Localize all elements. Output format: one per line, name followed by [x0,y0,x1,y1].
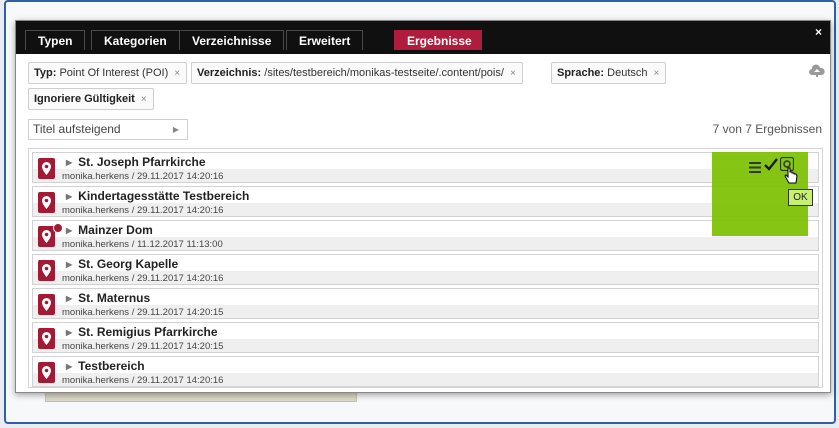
filter-chip-ignore-validity: Ignoriere Gültigkeit × [28,88,154,110]
map-pin-icon [38,294,55,315]
expand-arrow-icon[interactable]: ▶ [66,294,72,303]
close-icon[interactable]: × [815,25,822,39]
ok-button[interactable]: OK [788,189,813,206]
sort-select[interactable]: Titel aufsteigend ▶ [28,119,188,140]
remove-filter-icon[interactable]: × [141,94,147,105]
status-dot-icon [53,223,63,233]
expand-arrow-icon[interactable]: ▶ [66,260,72,269]
result-title[interactable]: ▶ Testbereich [66,359,145,373]
filter-chip-type: Typ: Point Of Interest (POI) × [28,62,188,84]
map-pin-icon [38,362,55,383]
filter-key: Ignoriere Gültigkeit [34,93,135,105]
filter-key: Verzeichnis: [197,67,262,79]
result-title[interactable]: ▶ St. Maternus [66,291,150,305]
filter-chip-folder: Verzeichnis: /sites/testbereich/monikas-… [191,62,523,84]
cloud-upload-icon[interactable] [809,64,825,83]
result-row[interactable]: ▶ St. Maternus monika.herkens / 29.11.201… [32,288,819,319]
result-list: ▶ St. Joseph Pfarrkirche monika.herkens /… [28,148,823,388]
filter-chip-language: Sprache: Deutsch × [551,62,667,84]
map-pin-icon [38,192,55,213]
result-row[interactable]: ▶ Testbereich monika.herkens / 29.11.2017… [32,356,819,387]
result-meta: monika.herkens / 29.11.2017 14:20:16 [62,375,224,386]
result-meta: monika.herkens / 29.11.2017 14:20:15 [62,341,224,352]
map-pin-icon [38,223,63,247]
result-row[interactable]: ▶ St. Joseph Pfarrkirche monika.herkens /… [32,152,819,183]
remove-filter-icon[interactable]: × [174,68,180,79]
filter-key: Sprache: [557,67,605,79]
map-pin-icon [38,328,55,349]
tab-kategorien[interactable]: Kategorien [91,30,180,50]
tab-verzeichnisse[interactable]: Verzeichnisse [179,30,285,50]
result-meta: monika.herkens / 29.11.2017 14:20:15 [62,307,224,318]
result-row[interactable]: ▶ Mainzer Dom monika.herkens / 11.12.2017… [32,220,819,251]
tab-ergebnisse[interactable]: Ergebnisse [394,30,482,50]
result-meta: monika.herkens / 29.11.2017 14:20:16 [62,273,224,284]
filter-value: Deutsch [604,67,648,79]
remove-filter-icon[interactable]: × [654,68,660,79]
expand-arrow-icon[interactable]: ▶ [66,362,72,371]
filter-value: /sites/testbereich/monikas-testseite/.co… [261,67,504,79]
dialog-tab-bar: Typen Kategorien Verzeichnisse Erweitert… [16,21,830,54]
tab-typen[interactable]: Typen [25,30,86,50]
expand-arrow-icon[interactable]: ▶ [66,158,72,167]
menu-icon[interactable] [749,160,761,178]
result-title[interactable]: ▶ St. Georg Kapelle [66,257,178,271]
result-title[interactable]: ▶ St. Joseph Pfarrkirche [66,155,206,169]
result-meta: monika.herkens / 11.12.2017 11:13:00 [62,239,223,250]
result-row[interactable]: ▶ St. Georg Kapelle monika.herkens / 29.1… [32,254,819,285]
result-count: 7 von 7 Ergebnissen [712,122,822,136]
result-title[interactable]: ▶ Mainzer Dom [66,223,153,237]
result-meta: monika.herkens / 29.11.2017 14:20:16 [62,205,224,216]
expand-arrow-icon[interactable]: ▶ [66,328,72,337]
check-icon[interactable] [764,158,778,176]
expand-arrow-icon[interactable]: ▶ [66,226,72,235]
tab-erweitert[interactable]: Erweitert [286,30,364,50]
filter-value: Point Of Interest (POI) [56,67,169,79]
result-meta: monika.herkens / 29.11.2017 14:20:16 [62,171,224,182]
caret-right-icon: ▶ [172,125,179,134]
sort-value: Titel aufsteigend [33,122,121,136]
map-pin-icon [38,260,55,281]
gallery-dialog: Typen Kategorien Verzeichnisse Erweitert… [15,20,831,393]
map-pin-icon [38,158,55,179]
expand-arrow-icon[interactable]: ▶ [66,192,72,201]
result-title[interactable]: ▶ Kindertagesstätte Testbereich [66,189,249,203]
result-row[interactable]: ▶ Kindertagesstätte Testbereich monika.he… [32,186,819,217]
result-row[interactable]: ▶ St. Remigius Pfarrkirche monika.herkens… [32,322,819,353]
filter-key: Typ: [34,67,57,79]
remove-filter-icon[interactable]: × [510,68,516,79]
hand-cursor-icon [784,167,798,190]
result-title[interactable]: ▶ St. Remigius Pfarrkirche [66,325,218,339]
